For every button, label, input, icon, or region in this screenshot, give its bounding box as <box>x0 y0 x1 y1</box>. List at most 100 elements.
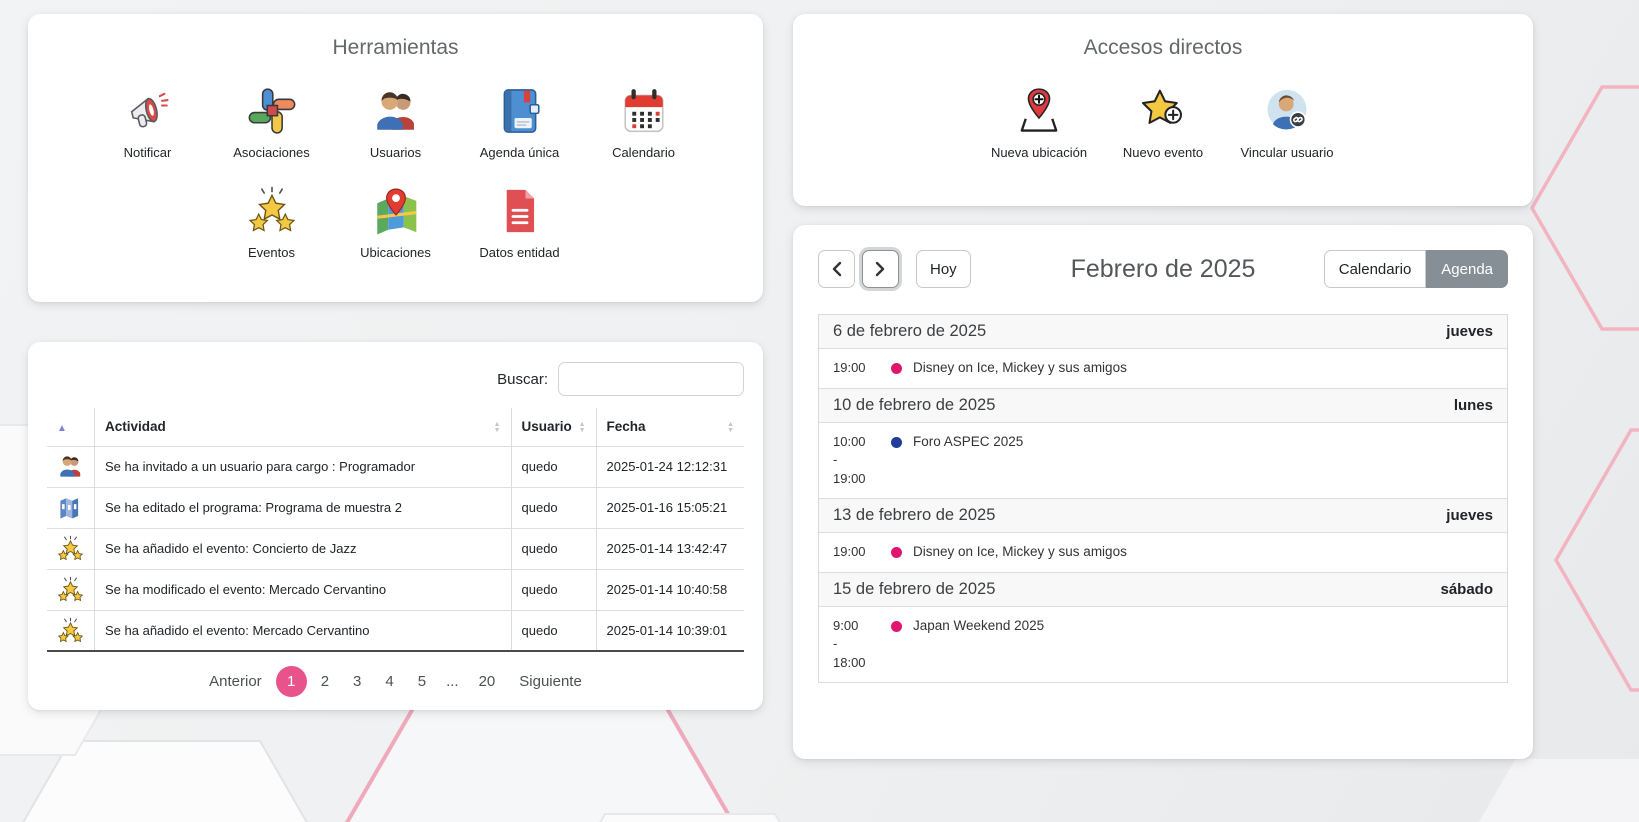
date-cell: 2025-01-14 10:39:01 <box>596 610 744 651</box>
event-color-dot <box>891 437 902 448</box>
sparkle-star-icon <box>57 617 84 644</box>
chevron-right-icon <box>875 261 886 277</box>
column-header-actividad[interactable]: Actividad ▲▼ <box>95 408 512 446</box>
pagination-page-5[interactable]: 5 <box>408 668 436 695</box>
search-input[interactable] <box>558 362 744 396</box>
activity-table: ▲ Actividad ▲▼ Usuario▲▼ Fecha▲▼ Se ha in… <box>47 408 744 652</box>
tools-card-title: Herramientas <box>28 14 763 60</box>
location-plus-icon <box>1014 86 1064 136</box>
tools-row-2: Eventos Ubicaciones Datos entidad <box>28 160 763 260</box>
day-group: 13 de febrero de 2025 jueves 19:00 Disne… <box>819 498 1507 572</box>
tool-calendario[interactable]: Calendario <box>582 86 706 160</box>
event-row[interactable]: 10:00-19:00 Foro ASPEC 2025 <box>819 423 1507 499</box>
activity-cell: Se ha añadido el evento: Mercado Cervant… <box>95 610 512 651</box>
agenda-card: Hoy Febrero de 2025 Calendario Agenda 6 … <box>793 225 1533 759</box>
day-weekday: jueves <box>1446 323 1493 340</box>
folded-map-icon <box>57 494 84 521</box>
user-cell: quedo <box>511 569 596 610</box>
user-cell: quedo <box>511 487 596 528</box>
search-row: Buscar: <box>47 362 744 396</box>
view-toggle: Calendario Agenda <box>1324 250 1508 288</box>
date-cell: 2025-01-14 10:40:58 <box>596 569 744 610</box>
table-row: Se ha editado el programa: Programa de m… <box>47 487 744 528</box>
sparkle-star-icon <box>57 535 84 562</box>
tool-label: Agenda única <box>480 145 560 160</box>
tool-usuarios[interactable]: Usuarios <box>334 86 458 160</box>
day-weekday: lunes <box>1454 397 1493 414</box>
sort-both-icon: ▲▼ <box>494 422 501 434</box>
event-time: 9:00-18:00 <box>833 617 891 673</box>
event-time: 19:00 <box>833 543 891 562</box>
tool-eventos[interactable]: Eventos <box>210 186 334 260</box>
pagination: Anterior 1 2 3 4 5 ... 20 Siguiente <box>47 666 744 697</box>
view-calendario-button[interactable]: Calendario <box>1324 250 1427 288</box>
date-cell: 2025-01-16 15:05:21 <box>596 487 744 528</box>
pagination-page-1[interactable]: 1 <box>276 666 307 697</box>
tool-notificar[interactable]: Notificar <box>86 86 210 160</box>
tool-ubicaciones[interactable]: Ubicaciones <box>334 186 458 260</box>
event-time: 10:00-19:00 <box>833 433 891 489</box>
star-plus-icon <box>1138 86 1188 136</box>
chevron-left-icon <box>831 261 842 277</box>
column-header-fecha[interactable]: Fecha▲▼ <box>596 408 744 446</box>
next-month-button[interactable] <box>862 250 899 288</box>
tool-asociaciones[interactable]: Asociaciones <box>210 86 334 160</box>
pagination-page-4[interactable]: 4 <box>375 668 403 695</box>
view-agenda-button[interactable]: Agenda <box>1426 250 1508 288</box>
pagination-page-20[interactable]: 20 <box>469 668 506 695</box>
pagination-ellipsis: ... <box>440 668 465 695</box>
table-row: Se ha añadido el evento: Concierto de Ja… <box>47 528 744 569</box>
day-group: 15 de febrero de 2025 sábado 9:00-18:00 … <box>819 572 1507 683</box>
day-header: 6 de febrero de 2025 jueves <box>819 315 1507 349</box>
today-button[interactable]: Hoy <box>916 250 971 288</box>
table-row: Se ha añadido el evento: Mercado Cervant… <box>47 610 744 651</box>
users-icon <box>371 86 421 136</box>
shortcut-nueva-ubicacion[interactable]: Nueva ubicación <box>977 86 1101 160</box>
shortcut-label: Vincular usuario <box>1241 145 1334 160</box>
shortcut-nuevo-evento[interactable]: Nuevo evento <box>1101 86 1225 160</box>
column-header-icon[interactable]: ▲ <box>47 408 95 446</box>
tool-label: Notificar <box>124 145 172 160</box>
event-color-dot <box>891 363 902 374</box>
activity-cell: Se ha modificado el evento: Mercado Cerv… <box>95 569 512 610</box>
pagination-previous[interactable]: Anterior <box>199 668 272 695</box>
activity-cell: Se ha invitado a un usuario para cargo :… <box>95 446 512 487</box>
event-row[interactable]: 19:00 Disney on Ice, Mickey y sus amigos <box>819 533 1507 572</box>
day-date: 13 de febrero de 2025 <box>833 506 995 525</box>
shortcut-label: Nuevo evento <box>1123 145 1203 160</box>
prev-month-button[interactable] <box>818 250 855 288</box>
user-link-icon <box>1262 86 1312 136</box>
pagination-next[interactable]: Siguiente <box>509 668 592 695</box>
tool-label: Eventos <box>248 245 295 260</box>
search-label: Buscar: <box>497 371 548 388</box>
tools-card: Herramientas Notificar <box>28 14 763 302</box>
column-label: Actividad <box>105 419 166 434</box>
users-icon <box>57 453 84 480</box>
tool-label: Datos entidad <box>479 245 559 260</box>
event-title: Disney on Ice, Mickey y sus amigos <box>913 359 1127 375</box>
event-color-dot <box>891 547 902 558</box>
date-cell: 2025-01-24 12:12:31 <box>596 446 744 487</box>
shortcut-vincular-usuario[interactable]: Vincular usuario <box>1225 86 1349 160</box>
agenda-header: Hoy Febrero de 2025 Calendario Agenda <box>818 249 1508 289</box>
event-title: Japan Weekend 2025 <box>913 617 1044 633</box>
day-weekday: sábado <box>1440 581 1493 598</box>
tool-agenda-unica[interactable]: Agenda única <box>458 86 582 160</box>
event-time: 19:00 <box>833 359 891 378</box>
shortcuts-card-title: Accesos directos <box>793 14 1533 60</box>
red-document-icon <box>495 186 545 236</box>
megaphone-icon <box>123 86 173 136</box>
tool-datos-entidad[interactable]: Datos entidad <box>458 186 582 260</box>
event-title: Disney on Ice, Mickey y sus amigos <box>913 543 1127 559</box>
day-group: 6 de febrero de 2025 jueves 19:00 Disney… <box>819 315 1507 388</box>
column-header-usuario[interactable]: Usuario▲▼ <box>511 408 596 446</box>
event-row[interactable]: 19:00 Disney on Ice, Mickey y sus amigos <box>819 349 1507 388</box>
tool-label: Calendario <box>612 145 675 160</box>
day-header: 15 de febrero de 2025 sábado <box>819 572 1507 607</box>
sort-both-icon: ▲▼ <box>579 422 586 434</box>
event-row[interactable]: 9:00-18:00 Japan Weekend 2025 <box>819 607 1507 683</box>
date-cell: 2025-01-14 13:42:47 <box>596 528 744 569</box>
tool-label: Usuarios <box>370 145 421 160</box>
pagination-page-2[interactable]: 2 <box>311 668 339 695</box>
pagination-page-3[interactable]: 3 <box>343 668 371 695</box>
